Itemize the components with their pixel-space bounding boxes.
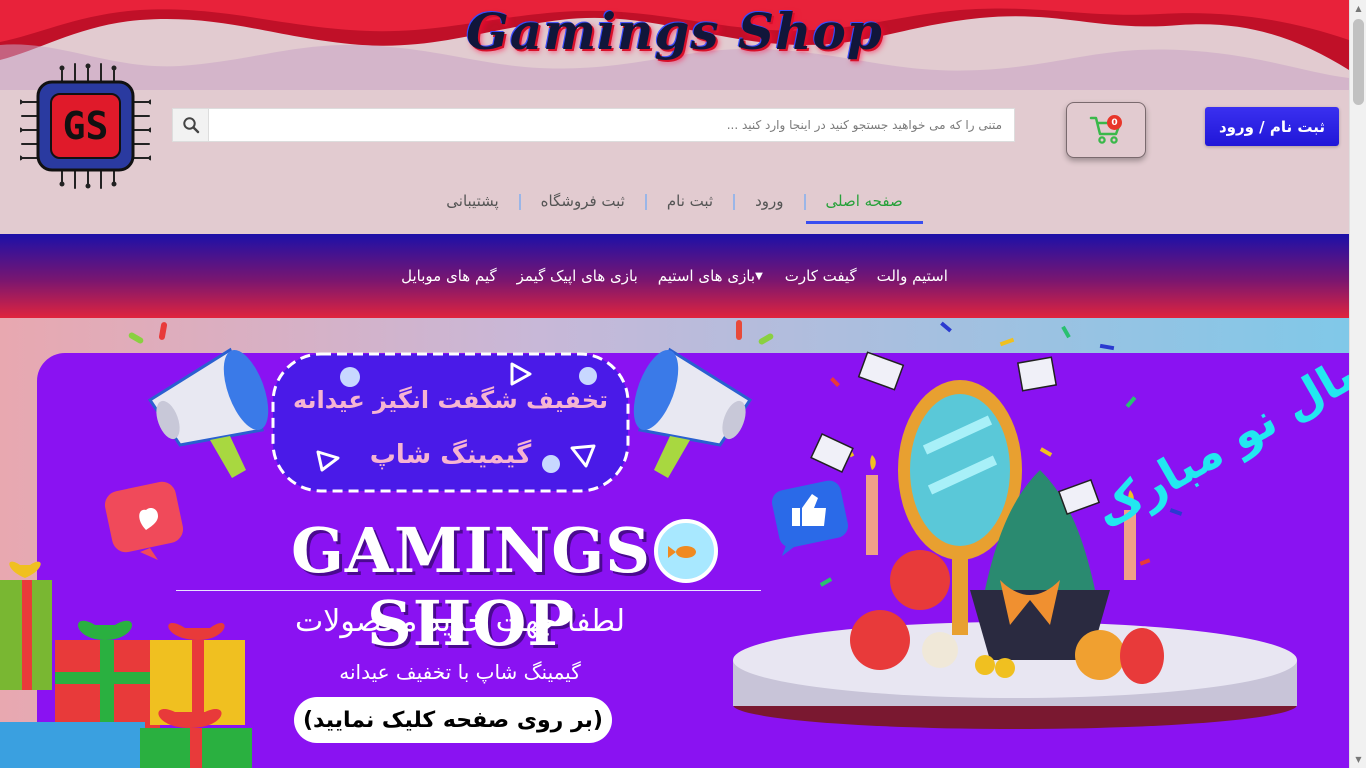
chevron-down-icon: ▼ (755, 270, 763, 282)
signup-login-button[interactable]: ثبت نام / ورود (1205, 107, 1339, 146)
category-epic-games[interactable]: بازی های اپیک گیمز (507, 267, 648, 285)
nav-item-login[interactable]: ورود (735, 180, 803, 224)
cart-count-badge: 0 (1107, 115, 1122, 130)
category-label: بازی های اپیک گیمز (516, 267, 638, 285)
category-steam-wallet[interactable]: استیم والت (867, 267, 958, 285)
category-label: بازی های استیم (657, 267, 756, 285)
banner-text-line1: لطفا جهت خرید محصولات (295, 604, 625, 639)
scroll-up-arrow-icon[interactable]: ▲ (1350, 0, 1366, 17)
site-header: Gamings Shop GS ثبت نام / ورود 0 متنی را… (0, 0, 1349, 234)
banner-divider (176, 590, 761, 591)
category-gift-card[interactable]: گیفت کارت (775, 267, 867, 285)
category-label: گیم های موبایل (401, 267, 497, 285)
search-button[interactable] (173, 109, 209, 141)
site-logo[interactable]: GS (20, 62, 151, 190)
page-scrollbar[interactable]: ▲ ▼ (1349, 0, 1366, 768)
category-label: گیفت کارت (784, 267, 857, 285)
logo-text: GS (63, 104, 109, 148)
scroll-down-arrow-icon[interactable]: ▼ (1350, 751, 1366, 768)
category-label: استیم والت (876, 267, 948, 285)
scrollbar-thumb[interactable] (1353, 19, 1364, 105)
cart-button[interactable]: 0 (1066, 102, 1146, 158)
nav-item-register[interactable]: ثبت نام (647, 180, 733, 224)
category-steam-games[interactable]: بازی های استیم ▼ (648, 267, 775, 285)
search-input[interactable] (209, 109, 1014, 141)
category-mobile-games[interactable]: گیم های موبایل (391, 267, 506, 285)
promo-headline: تخفیف شگفت انگیز عیدانه (292, 386, 609, 414)
search-bar (172, 108, 1015, 142)
category-nav: استیم والت گیفت کارت بازی های استیم ▼ باز… (0, 234, 1349, 318)
search-icon (182, 117, 199, 134)
promo-subheadline: گیمینگ شاپ (369, 440, 532, 470)
site-title[interactable]: Gamings Shop (0, 2, 1349, 61)
banner-cta-button[interactable]: (بر روی صفحه کلیک نمایید) (294, 697, 612, 743)
nav-item-register-store[interactable]: ثبت فروشگاه (521, 180, 645, 224)
main-nav: صفحه اصلی ورود ثبت نام ثبت فروشگاه پشتیب… (0, 180, 1349, 224)
nav-item-home[interactable]: صفحه اصلی (805, 180, 923, 224)
nav-item-support[interactable]: پشتیبانی (426, 180, 518, 224)
banner-text-line2: گیمینگ شاپ با تخفیف عیدانه (339, 660, 581, 684)
